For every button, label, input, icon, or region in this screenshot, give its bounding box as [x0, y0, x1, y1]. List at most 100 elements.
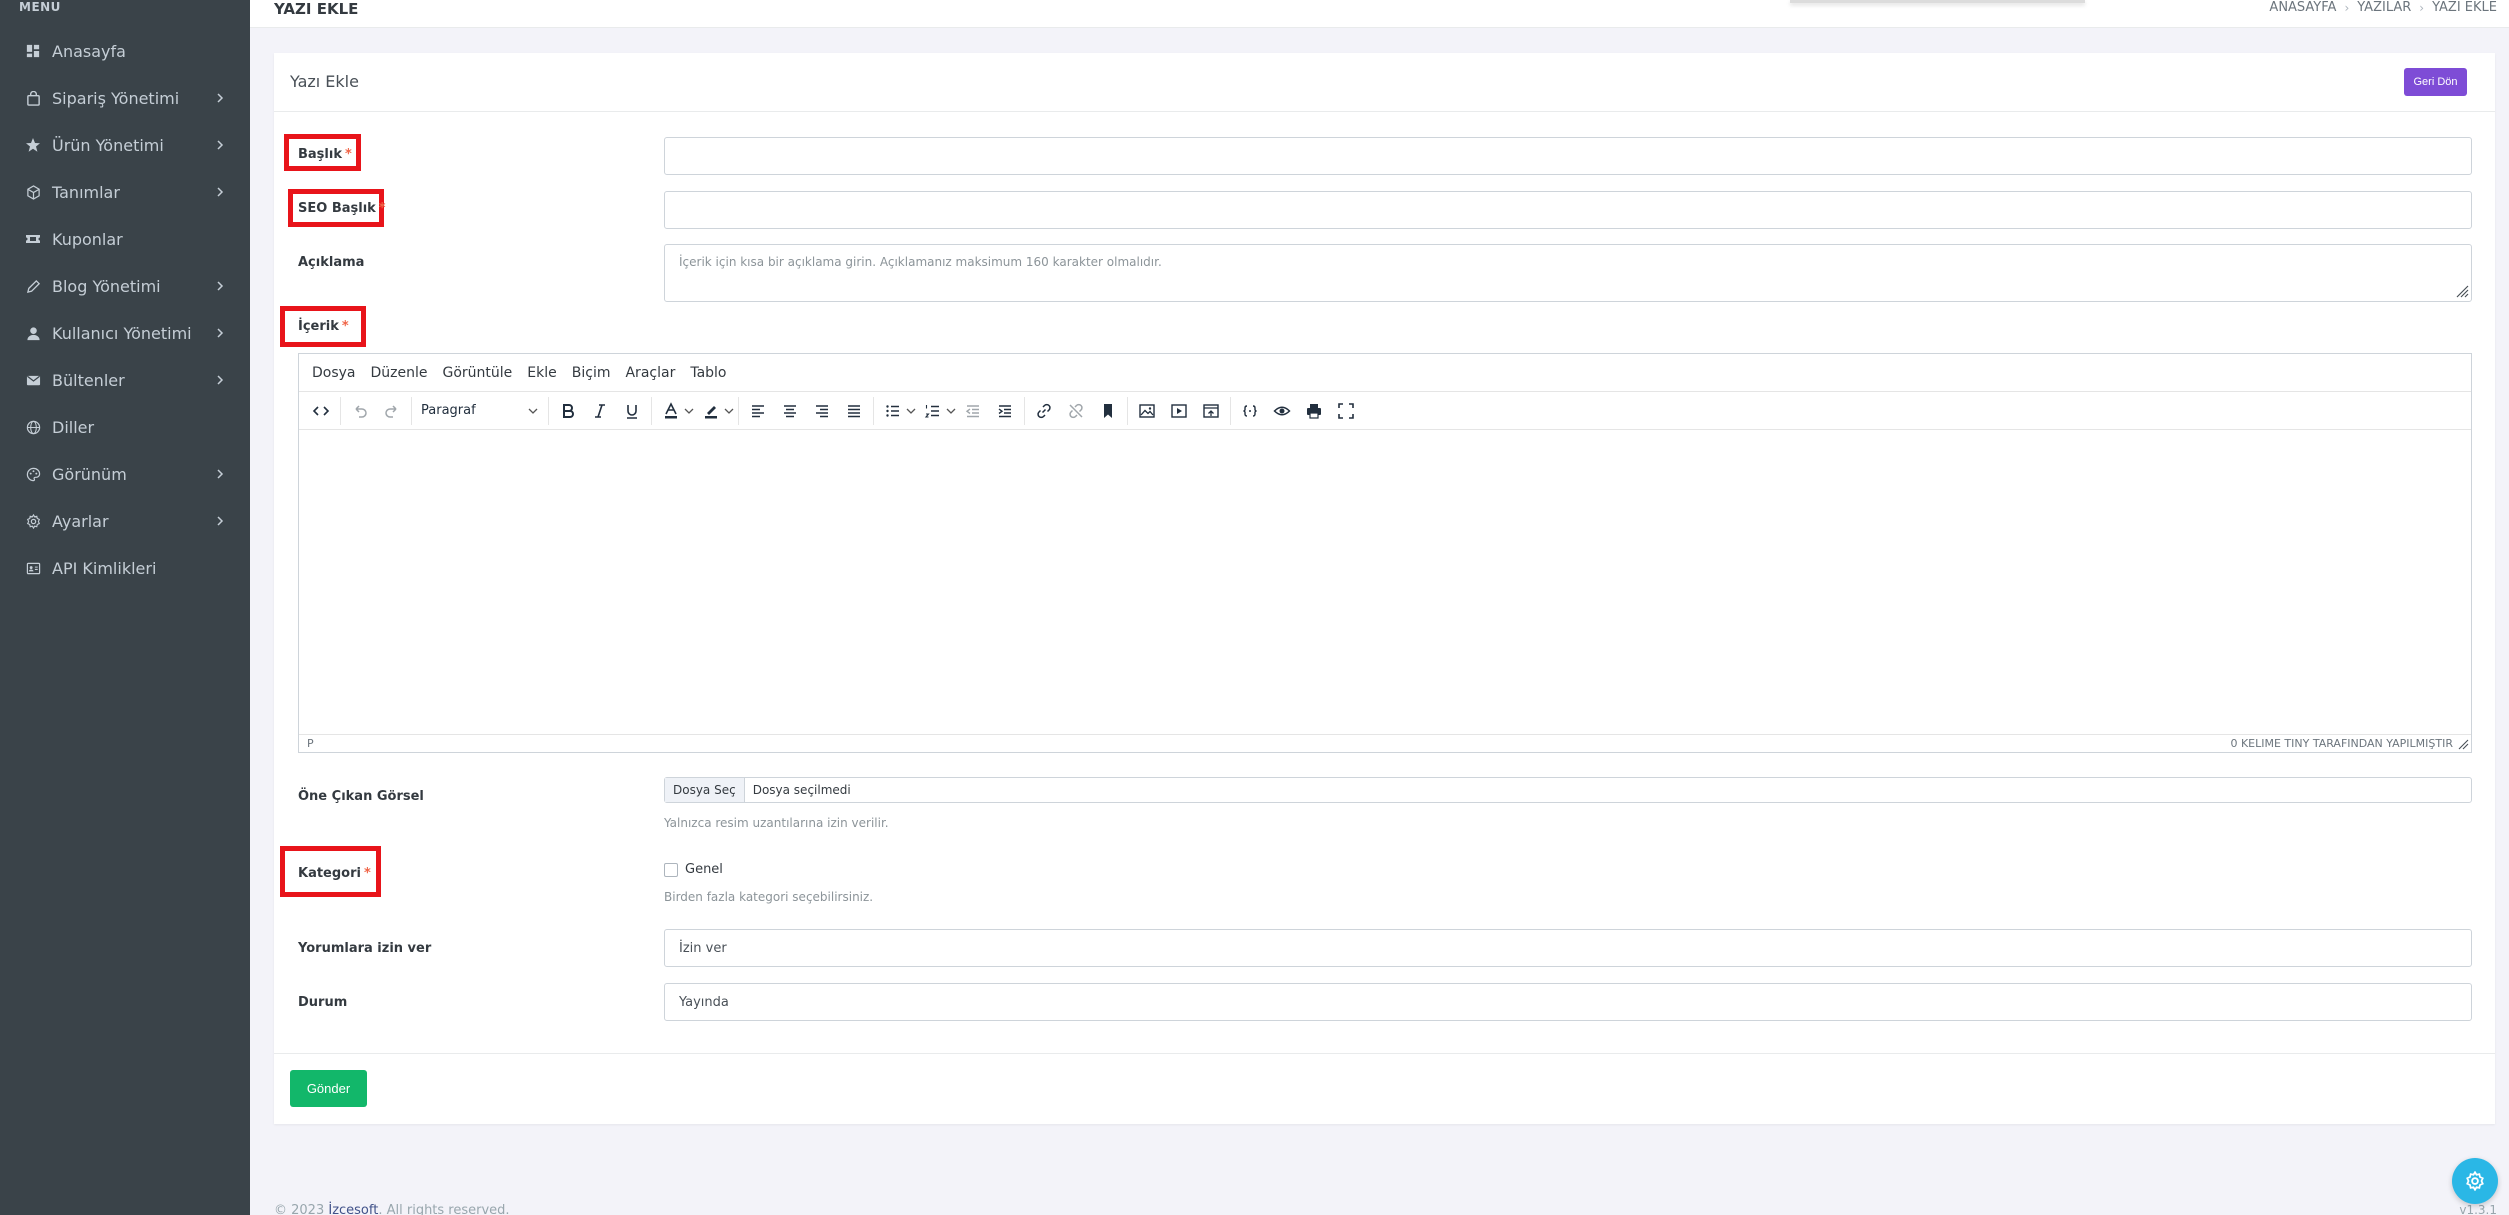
card-header: Yazı Ekle Geri Dön	[274, 53, 2495, 112]
description-textarea[interactable]: İçerik için kısa bir açıklama girin. Açı…	[664, 244, 2472, 302]
toolbar-divider	[1230, 396, 1231, 425]
editor-menu-tools[interactable]: Araçlar	[625, 365, 675, 381]
sidebar-item-urun-yonetimi[interactable]: Ürün Yönetimi	[0, 123, 250, 167]
status-select[interactable]: Yayında	[664, 983, 2472, 1021]
sidebar-item-gorunum[interactable]: Görünüm	[0, 452, 250, 496]
editor-menu-file[interactable]: Dosya	[312, 365, 356, 381]
category-checkbox-genel[interactable]	[664, 863, 678, 877]
gear-icon	[24, 512, 42, 530]
sidebar-item-diller[interactable]: Diller	[0, 405, 250, 449]
category-option-label[interactable]: Genel	[685, 862, 723, 877]
breadcrumb-item-current: YAZI EKLE	[2432, 0, 2497, 15]
align-justify-icon[interactable]	[838, 396, 870, 426]
gear-icon	[2466, 1171, 2484, 1191]
bookmark-icon[interactable]	[1092, 396, 1124, 426]
status-label: Durum	[298, 995, 348, 1010]
chevron-down-icon	[528, 408, 538, 414]
featured-image-file-input[interactable]: Dosya Seç Dosya seçilmedi	[664, 777, 2472, 803]
seo-title-label: SEO Başlık *	[298, 201, 386, 216]
chevron-down-icon[interactable]	[945, 405, 957, 417]
redo-icon[interactable]	[376, 396, 408, 426]
underline-icon[interactable]	[616, 396, 648, 426]
media-icon[interactable]	[1163, 396, 1195, 426]
sidebar-item-bultenler[interactable]: Bültenler	[0, 358, 250, 402]
sidebar-item-siparis-yonetimi[interactable]: Sipariş Yönetimi	[0, 76, 250, 120]
image-icon[interactable]	[1131, 396, 1163, 426]
outdent-icon[interactable]	[957, 396, 989, 426]
template-icon[interactable]	[1195, 396, 1227, 426]
align-right-icon[interactable]	[806, 396, 838, 426]
align-left-icon[interactable]	[742, 396, 774, 426]
chevron-down-icon[interactable]	[905, 405, 917, 417]
company-link[interactable]: İzcesoft	[328, 1203, 378, 1215]
chevron-right-icon	[217, 281, 224, 291]
resize-handle-icon[interactable]	[2457, 738, 2469, 750]
sidebar-item-label: Kuponlar	[52, 229, 123, 249]
resize-handle-icon[interactable]	[2455, 284, 2469, 298]
breadcrumb-item-home[interactable]: ANASAYFA	[2269, 0, 2336, 15]
category-label: Kategori *	[298, 866, 371, 881]
element-path[interactable]: P	[307, 737, 314, 750]
pen-icon	[24, 277, 42, 295]
star-icon	[24, 136, 42, 154]
id-card-icon	[24, 559, 42, 577]
sidebar-item-label: Tanımlar	[52, 182, 120, 202]
submit-button[interactable]: Gönder	[290, 1070, 367, 1107]
chevron-down-icon[interactable]	[683, 405, 695, 417]
user-icon	[24, 324, 42, 342]
sidebar-item-label: Sipariş Yönetimi	[52, 88, 180, 108]
comments-select[interactable]: İzin ver	[664, 929, 2472, 967]
version-label: v1.3.1	[2459, 1203, 2497, 1215]
bag-icon	[24, 89, 42, 107]
page-title: YAZI EKLE	[274, 0, 359, 18]
settings-fab-button[interactable]	[2452, 1158, 2498, 1204]
indent-icon[interactable]	[989, 396, 1021, 426]
footer-copyright: © 2023 İzcesoft. All rights reserved.	[274, 1203, 510, 1215]
toolbar-divider	[873, 396, 874, 425]
link-icon[interactable]	[1028, 396, 1060, 426]
sidebar-item-label: API Kimlikleri	[52, 558, 157, 578]
preview-icon[interactable]	[1266, 396, 1298, 426]
mail-icon	[24, 371, 42, 389]
editor-toolbar: Paragraf	[299, 392, 2471, 430]
breadcrumb-item-posts[interactable]: YAZILAR	[2357, 0, 2411, 15]
sidebar-item-anasayfa[interactable]: Anasayfa	[0, 29, 250, 73]
sidebar-item-label: Blog Yönetimi	[52, 276, 161, 296]
bold-icon[interactable]	[552, 396, 584, 426]
back-button[interactable]: Geri Dön	[2404, 68, 2467, 96]
sidebar-item-kullanici-yonetimi[interactable]: Kullanıcı Yönetimi	[0, 311, 250, 355]
editor-menu-table[interactable]: Tablo	[690, 365, 726, 381]
sidebar-item-api-kimlikleri[interactable]: API Kimlikleri	[0, 546, 250, 590]
print-icon[interactable]	[1298, 396, 1330, 426]
sidebar: MENU Anasayfa Sipariş Yönetimi Ürün Yöne…	[0, 0, 250, 1215]
sidebar-item-blog-yonetimi[interactable]: Blog Yönetimi	[0, 264, 250, 308]
undo-icon[interactable]	[344, 396, 376, 426]
palette-icon	[24, 465, 42, 483]
description-label: Açıklama	[298, 255, 365, 270]
chevron-down-icon[interactable]	[723, 405, 735, 417]
sidebar-item-ayarlar[interactable]: Ayarlar	[0, 499, 250, 543]
sidebar-item-kuponlar[interactable]: Kuponlar	[0, 217, 250, 261]
seo-title-input[interactable]	[664, 191, 2472, 229]
choose-file-button[interactable]: Dosya Seç	[665, 778, 745, 802]
source-code-icon[interactable]	[305, 396, 337, 426]
align-center-icon[interactable]	[774, 396, 806, 426]
dashboard-icon	[24, 42, 42, 60]
breadcrumb-separator-icon: ›	[2344, 0, 2350, 15]
editor-menu-format[interactable]: Biçim	[572, 365, 611, 381]
fullscreen-icon[interactable]	[1330, 396, 1362, 426]
block-format-select[interactable]: Paragraf	[415, 396, 545, 426]
unlink-icon[interactable]	[1060, 396, 1092, 426]
sidebar-item-tanimlar[interactable]: Tanımlar	[0, 170, 250, 214]
editor-menu-view[interactable]: Görüntüle	[443, 365, 513, 381]
code-sample-icon[interactable]	[1234, 396, 1266, 426]
toolbar-divider	[1024, 396, 1025, 425]
editor-menu-edit[interactable]: Düzenle	[371, 365, 428, 381]
title-input[interactable]	[664, 137, 2472, 175]
toolbar-divider	[651, 396, 652, 425]
breadcrumb-separator-icon: ›	[2419, 0, 2425, 15]
italic-icon[interactable]	[584, 396, 616, 426]
toolbar-divider	[411, 396, 412, 425]
title-label: Başlık *	[298, 147, 352, 162]
editor-menu-insert[interactable]: Ekle	[527, 365, 556, 381]
